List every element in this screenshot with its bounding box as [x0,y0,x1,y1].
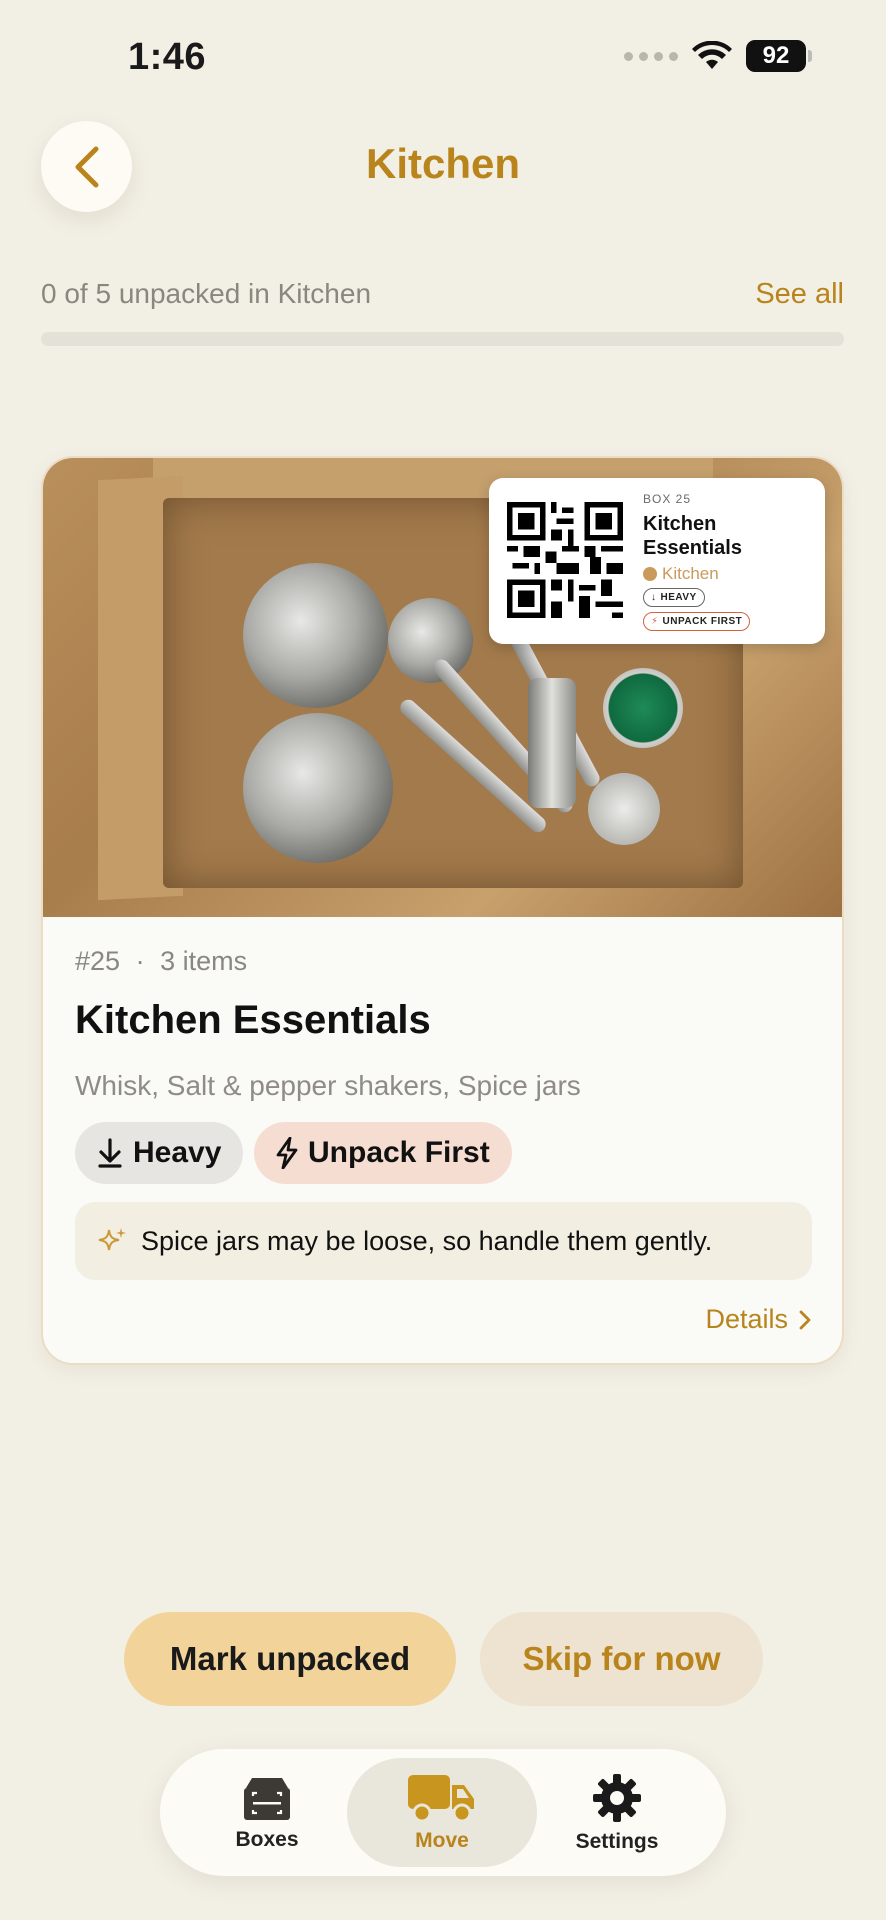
battery-indicator: 92 [746,40,812,72]
box-number: #25 [75,946,121,976]
page-title: Kitchen [365,140,520,187]
gear-icon [593,1773,641,1822]
label-room-name: Kitchen [662,564,719,583]
status-time: 1:46 [128,36,207,78]
sparkle-icon [98,1228,126,1251]
box-photo: BOX 25 Kitchen Essentials Kitchen ↓ HEAV… [43,458,842,917]
label-tag-unpack-first: ⚡ UNPACK FIRST [643,612,751,631]
tab-settings-label: Settings [575,1829,659,1853]
label-room: Kitchen [643,564,719,584]
screen: 1:46 92 Kitchen 0 of 5 unpacked in Kitch… [0,0,886,1920]
item-count: 3 items [160,946,248,976]
box-contents: Whisk, Salt & pepper shakers, Spice jars [75,1070,581,1101]
room-dot-icon [643,567,657,581]
mark-unpacked-button[interactable]: Mark unpacked [124,1612,456,1706]
label-title: Kitchen Essentials [643,513,742,559]
wifi-icon [692,41,732,69]
box-label: BOX 25 Kitchen Essentials Kitchen ↓ HEAV… [489,478,825,644]
download-arrow-icon: ↓ [651,592,657,603]
chevron-right-icon [799,1310,811,1329]
tab-move[interactable]: Move [347,1758,537,1867]
progress-label: 0 of 5 unpacked in Kitchen [41,278,372,309]
label-tag-heavy: ↓ HEAVY [643,588,705,607]
box-meta: #25 · 3 items [75,946,247,977]
tab-boxes[interactable]: Boxes [172,1758,362,1867]
progress-bar [41,332,844,346]
lightning-icon: ⚡ [651,616,659,627]
meta-separator: · [135,946,145,976]
tab-move-label: Move [415,1828,469,1852]
status-icons: 92 [624,40,812,72]
download-arrow-icon [98,1138,122,1168]
box-scan-icon [244,1777,290,1820]
box-card[interactable]: BOX 25 Kitchen Essentials Kitchen ↓ HEAV… [41,456,844,1365]
label-box-number: BOX 25 [643,492,692,506]
cellular-signal-icon [624,51,678,61]
tab-boxes-label: Boxes [235,1827,299,1851]
truck-icon [408,1774,474,1822]
note-banner: Spice jars may be loose, so handle them … [75,1202,812,1280]
tag-unpack-first: Unpack First [254,1122,512,1184]
qr-code-icon [507,502,623,618]
tab-settings[interactable]: Settings [522,1758,712,1867]
box-title: Kitchen Essentials [75,998,431,1042]
skip-for-now-button[interactable]: Skip for now [480,1612,763,1706]
see-all-link[interactable]: See all [755,278,844,311]
lightning-icon [276,1137,298,1169]
tab-bar: Boxes Move Settings [160,1749,726,1876]
details-link[interactable]: Details [705,1304,812,1335]
tag-heavy: Heavy [75,1122,244,1184]
note-text: Spice jars may be loose, so handle them … [141,1225,713,1256]
